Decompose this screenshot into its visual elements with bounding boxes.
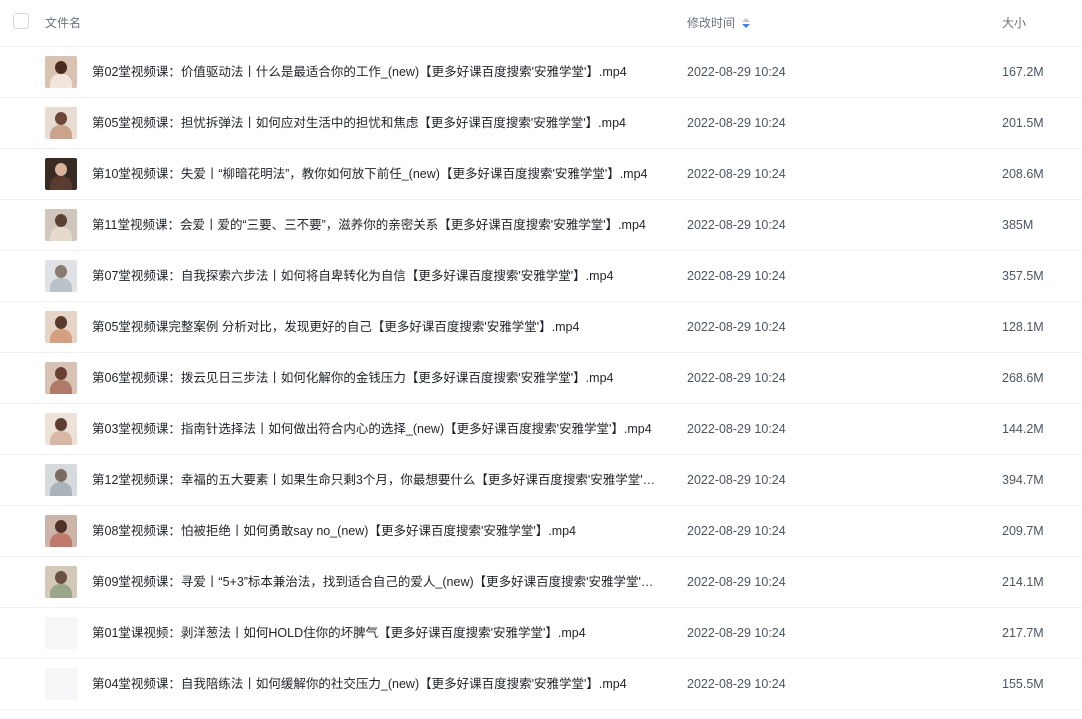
table-header: 文件名 修改时间 大小 <box>0 0 1082 47</box>
file-row[interactable]: 第11堂视频课：会爱丨爱的“三要、三不要”，滋养你的亲密关系【更多好课百度搜索'… <box>0 200 1082 251</box>
file-modified-time: 2022-08-29 10:24 <box>687 575 786 589</box>
file-row[interactable]: 第05堂视频课完整案例 分析对比，发现更好的自己【更多好课百度搜索'安雅学堂'】… <box>0 302 1082 353</box>
file-modified-time: 2022-08-29 10:24 <box>687 167 786 181</box>
file-modified-time: 2022-08-29 10:24 <box>687 524 786 538</box>
video-thumbnail <box>45 107 77 139</box>
file-size: 394.7M <box>1002 473 1044 487</box>
video-thumbnail <box>45 158 77 190</box>
file-modified-time: 2022-08-29 10:24 <box>687 65 786 79</box>
video-thumbnail <box>45 413 77 445</box>
file-row[interactable]: 第02堂视频课：价值驱动法丨什么是最适合你的工作_(new)【更多好课百度搜索'… <box>0 47 1082 98</box>
file-name[interactable]: 第02堂视频课：价值驱动法丨什么是最适合你的工作_(new)【更多好课百度搜索'… <box>92 47 662 97</box>
file-modified-time: 2022-08-29 10:24 <box>687 677 786 691</box>
video-thumbnail <box>45 209 77 241</box>
file-name[interactable]: 第04堂视频课：自我陪练法丨如何缓解你的社交压力_(new)【更多好课百度搜索'… <box>92 659 662 709</box>
file-row[interactable]: 第06堂视频课：拨云见日三步法丨如何化解你的金钱压力【更多好课百度搜索'安雅学堂… <box>0 353 1082 404</box>
file-size: 357.5M <box>1002 269 1044 283</box>
file-size: 144.2M <box>1002 422 1044 436</box>
video-thumbnail <box>45 668 77 700</box>
file-modified-time: 2022-08-29 10:24 <box>687 269 786 283</box>
column-header-size[interactable]: 大小 <box>1002 0 1026 46</box>
file-list: 第02堂视频课：价值驱动法丨什么是最适合你的工作_(new)【更多好课百度搜索'… <box>0 47 1082 710</box>
file-row[interactable]: 第07堂视频课：自我探索六步法丨如何将自卑转化为自信【更多好课百度搜索'安雅学堂… <box>0 251 1082 302</box>
file-name[interactable]: 第03堂视频课：指南针选择法丨如何做出符合内心的选择_(new)【更多好课百度搜… <box>92 404 662 454</box>
file-size: 268.6M <box>1002 371 1044 385</box>
file-size: 209.7M <box>1002 524 1044 538</box>
video-thumbnail <box>45 311 77 343</box>
file-row[interactable]: 第05堂视频课：担忧拆弹法丨如何应对生活中的担忧和焦虑【更多好课百度搜索'安雅学… <box>0 98 1082 149</box>
file-row[interactable]: 第03堂视频课：指南针选择法丨如何做出符合内心的选择_(new)【更多好课百度搜… <box>0 404 1082 455</box>
column-header-name[interactable]: 文件名 <box>45 0 81 46</box>
column-header-time-label: 修改时间 <box>687 16 736 30</box>
file-table: 文件名 修改时间 大小 第02堂视频课：价值驱动法丨什么是最适合你的工作_(ne… <box>0 0 1082 710</box>
column-header-time[interactable]: 修改时间 <box>687 0 751 46</box>
file-name[interactable]: 第01堂课视频：剥洋葱法丨如何HOLD住你的坏脾气【更多好课百度搜索'安雅学堂'… <box>92 608 662 658</box>
sort-desc-icon[interactable] <box>742 18 751 28</box>
file-name[interactable]: 第09堂视频课：寻爱丨“5+3”标本兼治法，找到适合自己的爱人_(new)【更多… <box>92 557 662 607</box>
video-thumbnail <box>45 362 77 394</box>
file-modified-time: 2022-08-29 10:24 <box>687 422 786 436</box>
file-size: 167.2M <box>1002 65 1044 79</box>
file-name[interactable]: 第12堂视频课：幸福的五大要素丨如果生命只剩3个月，你最想要什么【更多好课百度搜… <box>92 455 662 505</box>
file-row[interactable]: 第01堂课视频：剥洋葱法丨如何HOLD住你的坏脾气【更多好课百度搜索'安雅学堂'… <box>0 608 1082 659</box>
file-name[interactable]: 第07堂视频课：自我探索六步法丨如何将自卑转化为自信【更多好课百度搜索'安雅学堂… <box>92 251 662 301</box>
file-size: 214.1M <box>1002 575 1044 589</box>
file-name[interactable]: 第05堂视频课：担忧拆弹法丨如何应对生活中的担忧和焦虑【更多好课百度搜索'安雅学… <box>92 98 662 148</box>
file-name[interactable]: 第11堂视频课：会爱丨爱的“三要、三不要”，滋养你的亲密关系【更多好课百度搜索'… <box>92 200 662 250</box>
file-row[interactable]: 第08堂视频课：怕被拒绝丨如何勇敢say no_(new)【更多好课百度搜索'安… <box>0 506 1082 557</box>
file-modified-time: 2022-08-29 10:24 <box>687 473 786 487</box>
file-size: 128.1M <box>1002 320 1044 334</box>
select-all-checkbox[interactable] <box>13 13 29 29</box>
file-size: 217.7M <box>1002 626 1044 640</box>
video-thumbnail <box>45 566 77 598</box>
file-row[interactable]: 第10堂视频课：失爱丨“柳暗花明法”，教你如何放下前任_(new)【更多好课百度… <box>0 149 1082 200</box>
file-size: 155.5M <box>1002 677 1044 691</box>
file-modified-time: 2022-08-29 10:24 <box>687 626 786 640</box>
file-name[interactable]: 第05堂视频课完整案例 分析对比，发现更好的自己【更多好课百度搜索'安雅学堂'】… <box>92 302 662 352</box>
file-row[interactable]: 第09堂视频课：寻爱丨“5+3”标本兼治法，找到适合自己的爱人_(new)【更多… <box>0 557 1082 608</box>
file-name[interactable]: 第10堂视频课：失爱丨“柳暗花明法”，教你如何放下前任_(new)【更多好课百度… <box>92 149 662 199</box>
file-row[interactable]: 第12堂视频课：幸福的五大要素丨如果生命只剩3个月，你最想要什么【更多好课百度搜… <box>0 455 1082 506</box>
file-modified-time: 2022-08-29 10:24 <box>687 116 786 130</box>
file-name[interactable]: 第08堂视频课：怕被拒绝丨如何勇敢say no_(new)【更多好课百度搜索'安… <box>92 506 662 556</box>
video-thumbnail <box>45 515 77 547</box>
video-thumbnail <box>45 464 77 496</box>
file-size: 208.6M <box>1002 167 1044 181</box>
file-modified-time: 2022-08-29 10:24 <box>687 320 786 334</box>
video-thumbnail <box>45 56 77 88</box>
file-size: 201.5M <box>1002 116 1044 130</box>
file-modified-time: 2022-08-29 10:24 <box>687 371 786 385</box>
file-size: 385M <box>1002 218 1034 232</box>
video-thumbnail <box>45 260 77 292</box>
file-modified-time: 2022-08-29 10:24 <box>687 218 786 232</box>
file-name[interactable]: 第06堂视频课：拨云见日三步法丨如何化解你的金钱压力【更多好课百度搜索'安雅学堂… <box>92 353 662 403</box>
video-thumbnail <box>45 617 77 649</box>
file-row[interactable]: 第04堂视频课：自我陪练法丨如何缓解你的社交压力_(new)【更多好课百度搜索'… <box>0 659 1082 710</box>
